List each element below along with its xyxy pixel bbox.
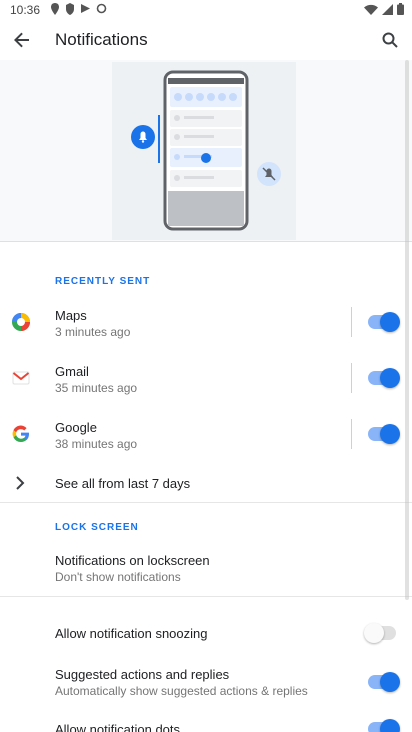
scrollbar[interactable] (405, 60, 409, 600)
signal-icon (382, 3, 393, 15)
lockscreen-summary: Don't show notifications (55, 570, 181, 584)
suggested-actions-label: Suggested actions and replies (55, 667, 230, 682)
status-time: 10:36 (10, 3, 41, 17)
search-button[interactable] (376, 26, 404, 54)
gmail-notifications-switch[interactable] (368, 368, 400, 388)
snoozing-label: Allow notification snoozing (55, 626, 208, 641)
wifi-icon (364, 4, 378, 15)
switch-knob (364, 623, 384, 643)
play-notification-icon (81, 4, 90, 13)
switch-knob (380, 719, 400, 732)
suggested-actions-summary: Automatically show suggested actions & r… (55, 684, 308, 698)
app-bar: Notifications (0, 20, 412, 60)
snoozing-switch[interactable] (364, 623, 396, 643)
switch-knob (380, 368, 400, 388)
see-all-row[interactable]: See all from last 7 days (0, 466, 412, 500)
app-row-gmail[interactable]: Gmail 35 minutes ago (0, 358, 412, 398)
suggested-actions-row[interactable]: Suggested actions and replies Automatica… (0, 660, 412, 704)
switch-knob (380, 312, 400, 332)
switch-knob (380, 672, 400, 692)
maps-icon (12, 313, 30, 331)
status-system-icons (364, 3, 404, 15)
see-all-label: See all from last 7 days (55, 476, 191, 491)
phone-illustration (112, 62, 296, 240)
arrow-back-icon (14, 32, 29, 48)
search-icon (382, 32, 398, 48)
app-time: 3 minutes ago (55, 325, 131, 339)
row-divider (351, 363, 352, 393)
section-divider (0, 502, 412, 503)
back-button[interactable] (8, 26, 36, 54)
google-icon (12, 425, 29, 443)
row-divider (351, 419, 352, 449)
notification-dots-row[interactable]: Allow notification dots (0, 712, 412, 732)
page-title: Notifications (55, 30, 148, 49)
app-time: 35 minutes ago (55, 381, 138, 395)
battery-icon (397, 3, 404, 15)
lock-screen-header: LOCK SCREEN (55, 522, 139, 533)
app-time: 38 minutes ago (55, 437, 138, 451)
lockscreen-title: Notifications on lockscreen (55, 553, 210, 568)
notification-dots-label: Allow notification dots (55, 722, 181, 732)
suggested-actions-switch[interactable] (368, 672, 400, 692)
app-row-maps[interactable]: Maps 3 minutes ago (0, 302, 412, 342)
maps-notifications-switch[interactable] (368, 312, 400, 332)
status-bar: 10:36 (0, 0, 412, 20)
app-name: Gmail (55, 364, 89, 379)
row-divider (351, 307, 352, 337)
sync-notification-icon (96, 3, 107, 14)
chevron-right-icon (16, 476, 25, 490)
status-notification-icons (50, 3, 107, 15)
gmail-icon (12, 371, 30, 385)
app-row-google[interactable]: Google 38 minutes ago (0, 414, 412, 454)
maps-notification-icon (51, 3, 59, 15)
recently-sent-header: RECENTLY SENT (55, 276, 151, 287)
lockscreen-notifications-row[interactable]: Notifications on lockscreen Don't show n… (0, 544, 412, 590)
snoozing-row[interactable]: Allow notification snoozing (0, 614, 412, 654)
switch-knob (380, 424, 400, 444)
section-divider (0, 596, 412, 597)
notification-dots-switch[interactable] (368, 719, 400, 732)
notifications-illustration (0, 60, 412, 242)
app-name: Google (55, 420, 97, 435)
app-name: Maps (55, 308, 87, 323)
shield-notification-icon (66, 3, 74, 15)
google-notifications-switch[interactable] (368, 424, 400, 444)
